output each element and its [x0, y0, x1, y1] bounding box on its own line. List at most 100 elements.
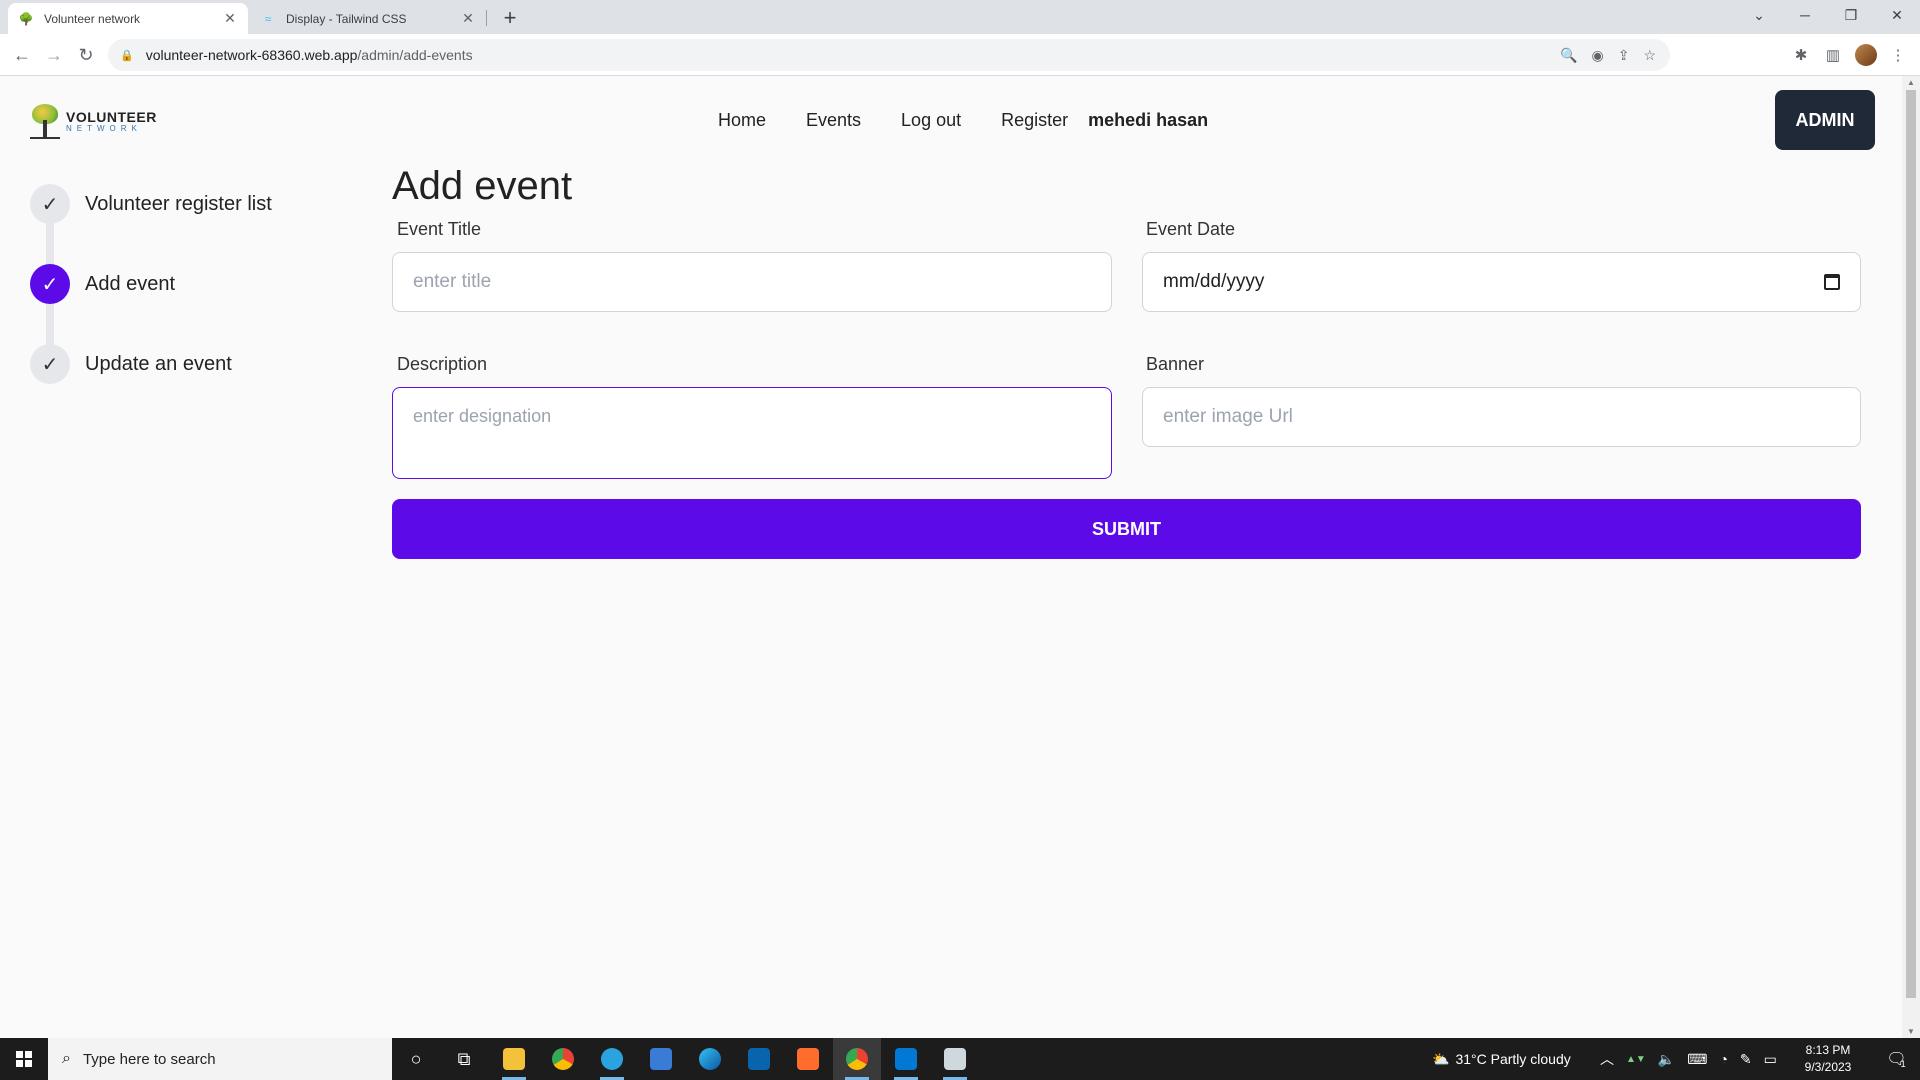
new-tab-button[interactable]: + [496, 4, 524, 32]
close-window-icon[interactable]: ✕ [1874, 0, 1920, 30]
close-tab-icon[interactable]: ✕ [222, 10, 238, 27]
top-nav: Home Events Log out Register mehedi hasa… [718, 110, 1208, 131]
tab-divider [486, 10, 487, 26]
url-host: volunteer-network-68360.web.app [145, 47, 358, 63]
url-path: /admin/add-events [357, 47, 473, 63]
sublime-icon[interactable] [784, 1038, 832, 1080]
search-placeholder: Type here to search [82, 1050, 216, 1068]
extensions-icon[interactable]: ✱ [1787, 41, 1815, 69]
nav-home-link[interactable]: Home [718, 110, 766, 131]
close-tab-icon[interactable]: ✕ [460, 10, 476, 27]
step-label: Update an event [85, 352, 232, 375]
nav-register-link[interactable]: Register [1001, 110, 1068, 131]
restore-icon[interactable]: ❐ [1828, 0, 1874, 30]
site-logo[interactable]: VOLUNTEER NETWORK [30, 104, 157, 140]
search-icon: ⌕ [62, 1050, 71, 1067]
telegram-icon[interactable] [588, 1038, 636, 1080]
banner-url-input[interactable] [1142, 387, 1861, 447]
partly-cloudy-icon: ⛅ [1432, 1050, 1450, 1067]
page-title: Add event [392, 164, 573, 208]
system-tray: ︿ ▲▼ 🔈 ⌨ ◔ ✎ ▭ [1600, 1038, 1777, 1080]
pen-icon[interactable]: ✎ [1740, 1051, 1752, 1068]
wifi-icon[interactable]: ◔ [1719, 1051, 1727, 1067]
submit-button[interactable]: SUBMIT [392, 499, 1861, 559]
site-favicon-icon: 🌳 [18, 11, 34, 26]
event-date-input[interactable]: mm/dd/yyyy [1142, 252, 1861, 312]
page-content: VOLUNTEER NETWORK Home Events Log out Re… [0, 76, 1902, 1038]
calendar-icon[interactable] [1824, 274, 1840, 290]
volume-icon[interactable]: 🔈 [1658, 1051, 1675, 1068]
scrollbar-thumb[interactable] [1906, 90, 1916, 998]
menu-kebab-icon[interactable]: ⋮ [1884, 41, 1912, 69]
taskbar-clock[interactable]: 8:13 PM 9/3/2023 [1788, 1042, 1868, 1076]
clock-date: 9/3/2023 [1804, 1060, 1852, 1074]
clock-time: 8:13 PM [1805, 1043, 1851, 1057]
check-icon: ✓ [30, 184, 70, 224]
page-scrollbar[interactable]: ▲ ▼ [1902, 76, 1920, 1038]
language-icon[interactable]: ⌨ [1687, 1051, 1707, 1068]
tab-search-icon[interactable]: ⌄ [1736, 0, 1782, 30]
check-icon: ✓ [30, 344, 70, 384]
zoom-icon[interactable]: 🔍 [1560, 47, 1577, 64]
windows-taskbar: ⌕ Type here to search ○ ⧉ ⛅ 31°C Partly … [0, 1038, 1920, 1080]
share-icon[interactable]: ⇪ [1618, 47, 1630, 64]
step-volunteer-register-list[interactable]: ✓ Volunteer register list [30, 184, 272, 224]
banner-label: Banner [1146, 354, 1205, 374]
taskbar-search-box[interactable]: ⌕ Type here to search [48, 1038, 392, 1080]
description-label: Description [397, 354, 488, 374]
notification-count: 1 [1900, 1059, 1906, 1069]
description-textarea[interactable] [392, 387, 1112, 479]
nav-logout-link[interactable]: Log out [901, 110, 961, 131]
date-placeholder: mm/dd/yyyy [1163, 271, 1265, 292]
browser-tab-strip: 🌳 Volunteer network ✕ ≈ Display - Tailwi… [0, 0, 1920, 34]
nav-events-link[interactable]: Events [806, 110, 861, 131]
tab-tailwind-display[interactable]: ≈ Display - Tailwind CSS ✕ [250, 3, 486, 34]
tab-title: Display - Tailwind CSS [286, 11, 407, 26]
step-label: Volunteer register list [85, 192, 272, 215]
chrome-active-icon[interactable] [833, 1038, 881, 1080]
bookmark-star-icon[interactable]: ☆ [1643, 47, 1656, 64]
calculator-icon[interactable] [637, 1038, 685, 1080]
task-view-icon[interactable]: ⧉ [440, 1038, 488, 1080]
event-date-label: Event Date [1146, 219, 1236, 239]
back-icon[interactable]: ← [8, 41, 36, 69]
keyboard-icon[interactable]: ▭ [1764, 1051, 1777, 1068]
event-title-label: Event Title [397, 219, 482, 239]
forward-icon[interactable]: → [40, 41, 68, 69]
step-label: Add event [85, 272, 176, 295]
tree-logo-icon [30, 104, 60, 140]
browser-toolbar: ← → ↻ 🔒 volunteer-network-68360.web.app /… [0, 34, 1920, 76]
weather-widget[interactable]: ⛅ 31°C Partly cloudy [1432, 1038, 1571, 1080]
check-icon: ✓ [30, 264, 70, 304]
app-window-icon[interactable] [931, 1038, 979, 1080]
weather-text: 31°C Partly cloudy [1455, 1051, 1571, 1067]
tab-title: Volunteer network [44, 11, 141, 26]
cortana-icon[interactable]: ○ [392, 1038, 440, 1080]
chrome-icon[interactable] [539, 1038, 587, 1080]
file-explorer-icon[interactable] [490, 1038, 538, 1080]
admin-button[interactable]: ADMIN [1775, 90, 1875, 150]
show-hidden-icons[interactable]: ︿ [1600, 1049, 1614, 1069]
step-add-event[interactable]: ✓ Add event [30, 264, 175, 304]
scroll-down-icon[interactable]: ▼ [1906, 1027, 1916, 1036]
side-panel-icon[interactable]: ▥ [1819, 41, 1847, 69]
mail-icon[interactable] [735, 1038, 783, 1080]
step-update-event[interactable]: ✓ Update an event [30, 344, 232, 384]
notifications-icon[interactable]: 🗨 1 [1872, 1038, 1920, 1080]
vscode-icon[interactable] [882, 1038, 930, 1080]
tracking-off-icon[interactable]: ◉ [1591, 47, 1603, 64]
edge-icon[interactable] [686, 1038, 734, 1080]
minimize-icon[interactable]: ─ [1782, 0, 1828, 30]
reload-icon[interactable]: ↻ [72, 41, 100, 69]
network-speed-icon: ▲▼ [1626, 1053, 1646, 1065]
tab-volunteer-network[interactable]: 🌳 Volunteer network ✕ [8, 3, 248, 34]
windows-start-icon[interactable] [0, 1038, 48, 1080]
lock-icon: 🔒 [120, 49, 134, 62]
tailwind-favicon-icon: ≈ [264, 11, 272, 26]
address-bar[interactable]: 🔒 volunteer-network-68360.web.app/admin/… [108, 39, 1670, 71]
logo-text-line1: VOLUNTEER [66, 109, 157, 125]
profile-avatar[interactable] [1852, 41, 1880, 69]
logo-text-line2: NETWORK [66, 124, 142, 133]
scroll-up-icon[interactable]: ▲ [1906, 78, 1916, 87]
event-title-input[interactable] [392, 252, 1112, 312]
